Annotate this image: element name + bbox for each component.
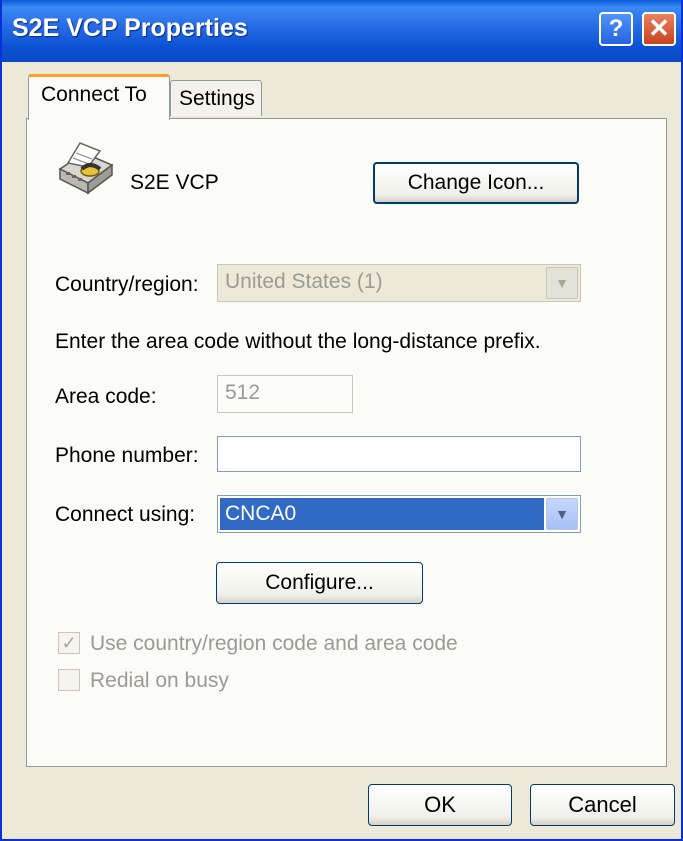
- area-code-value: 512: [225, 381, 261, 404]
- chevron-down-icon[interactable]: ▼: [546, 498, 578, 530]
- tab-label: Connect To: [41, 83, 147, 106]
- redial-on-busy-checkbox[interactable]: [58, 669, 80, 691]
- connection-name: S2E VCP: [130, 171, 219, 194]
- close-button[interactable]: ✕: [642, 12, 676, 46]
- telephone-fax-icon: [58, 142, 114, 195]
- country-region-label: Country/region:: [55, 273, 199, 296]
- connect-using-value: CNCA0: [220, 498, 544, 530]
- properties-dialog: S2E VCP Properties ? ✕ Connect To Settin…: [0, 0, 683, 841]
- help-button[interactable]: ?: [599, 12, 633, 46]
- country-region-select[interactable]: United States (1) ▼: [217, 264, 581, 302]
- country-region-value: United States (1): [225, 270, 383, 293]
- tab-settings[interactable]: Settings: [170, 80, 262, 116]
- tab-label: Settings: [179, 87, 255, 110]
- configure-button[interactable]: Configure...: [216, 562, 423, 604]
- area-code-label: Area code:: [55, 385, 157, 408]
- connect-to-panel: S2E VCP Change Icon... Country/region: U…: [26, 118, 667, 767]
- connect-using-label: Connect using:: [55, 503, 196, 526]
- use-country-code-label: Use country/region code and area code: [90, 632, 458, 655]
- area-code-field[interactable]: 512: [217, 375, 353, 413]
- phone-number-field[interactable]: [217, 436, 581, 472]
- redial-on-busy-label: Redial on busy: [90, 669, 229, 692]
- chevron-down-icon[interactable]: ▼: [546, 267, 578, 299]
- connect-using-select[interactable]: CNCA0 ▼: [217, 495, 581, 533]
- phone-number-label: Phone number:: [55, 444, 199, 467]
- cancel-button[interactable]: Cancel: [530, 784, 675, 826]
- use-country-code-checkbox[interactable]: ✓: [58, 632, 80, 654]
- change-icon-button[interactable]: Change Icon...: [373, 162, 579, 204]
- area-code-instruction: Enter the area code without the long-dis…: [55, 330, 541, 353]
- window-title: S2E VCP Properties: [12, 14, 248, 42]
- title-bar[interactable]: S2E VCP Properties ? ✕: [2, 0, 681, 62]
- tab-connect-to[interactable]: Connect To: [28, 74, 170, 120]
- ok-button[interactable]: OK: [368, 784, 512, 826]
